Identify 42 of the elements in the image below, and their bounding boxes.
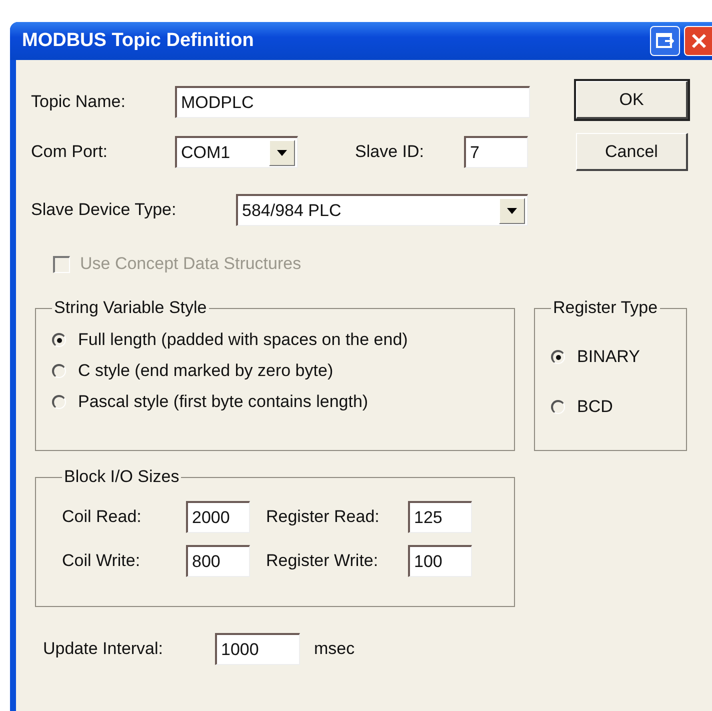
field-label: Topic Name: <box>31 92 126 112</box>
close-button[interactable] <box>684 26 712 56</box>
window-title: MODBUS Topic Definition <box>22 30 255 52</box>
input-field[interactable]: MODPLC <box>175 86 530 118</box>
unit-label: msec <box>314 639 355 659</box>
radio-label: Full length (padded with spaces on the end) <box>78 330 408 350</box>
radio-label: BINARY <box>577 347 640 367</box>
group-title: Register Type <box>552 298 659 318</box>
restore-button[interactable] <box>650 26 680 56</box>
input-field[interactable]: 7 <box>464 136 528 168</box>
close-icon <box>690 33 706 49</box>
field-label: Slave Device Type: <box>31 200 178 220</box>
input-field[interactable]: 800 <box>186 545 250 577</box>
field-label: Coil Read: <box>62 507 142 527</box>
field-label: Register Write: <box>266 551 380 571</box>
input-field[interactable]: 1000 <box>215 633 300 665</box>
radio-label: C style (end marked by zero byte) <box>78 360 334 380</box>
radio-button[interactable] <box>52 332 66 346</box>
field-label: Com Port: <box>31 142 109 162</box>
radio-button[interactable] <box>52 394 66 408</box>
group-title: Block I/O Sizes <box>63 467 180 487</box>
radio-label: Pascal style (first byte contains length) <box>78 392 368 412</box>
input-field[interactable]: 100 <box>408 545 472 577</box>
window-icon <box>656 33 674 49</box>
group-title: String Variable Style <box>53 298 208 318</box>
input-field[interactable]: 2000 <box>186 501 250 533</box>
dropdown-arrow-icon <box>507 208 517 214</box>
radio-label: BCD <box>577 397 613 417</box>
dropdown-arrow-icon <box>277 150 287 156</box>
field-label: Register Read: <box>266 507 380 527</box>
field-label: Coil Write: <box>62 551 142 571</box>
radio-button[interactable] <box>551 350 565 364</box>
field-label: Slave ID: <box>355 142 425 162</box>
dropdown[interactable]: COM1 <box>175 136 298 168</box>
input-field[interactable]: 125 <box>408 501 472 533</box>
ok-button[interactable]: OK <box>576 81 688 119</box>
cancel-button[interactable]: Cancel <box>576 133 688 171</box>
dropdown[interactable]: 584/984 PLC <box>236 194 528 226</box>
radio-button[interactable] <box>52 364 66 378</box>
checkbox-label: Use Concept Data Structures <box>80 254 302 274</box>
radio-button[interactable] <box>551 400 565 414</box>
field-label: Update Interval: <box>43 639 164 659</box>
